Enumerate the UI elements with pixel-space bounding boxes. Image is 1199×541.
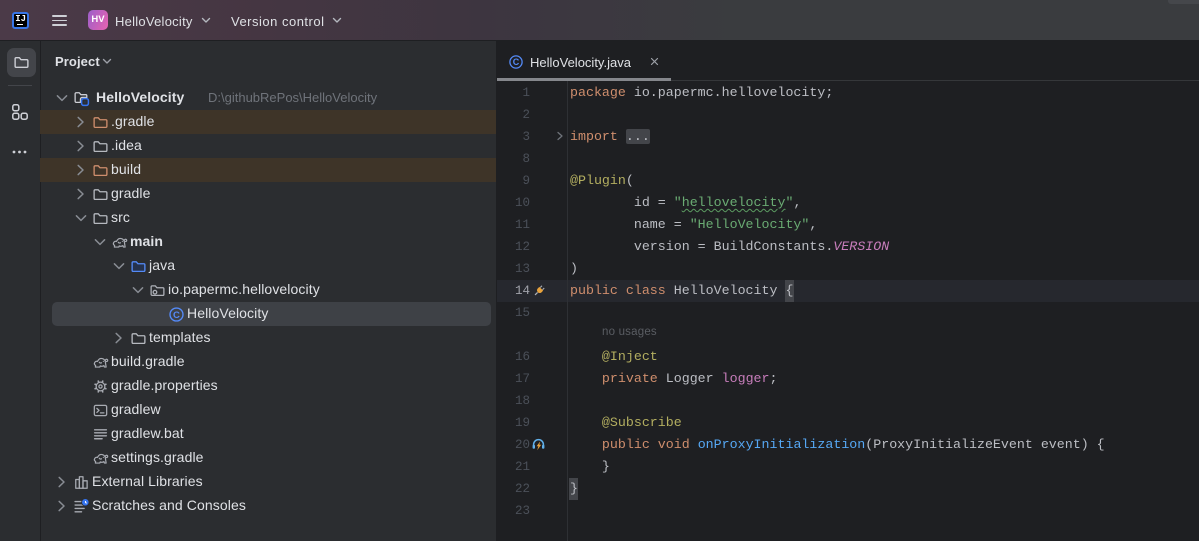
svg-text:C: C	[173, 310, 180, 321]
svg-text:C: C	[513, 57, 520, 67]
